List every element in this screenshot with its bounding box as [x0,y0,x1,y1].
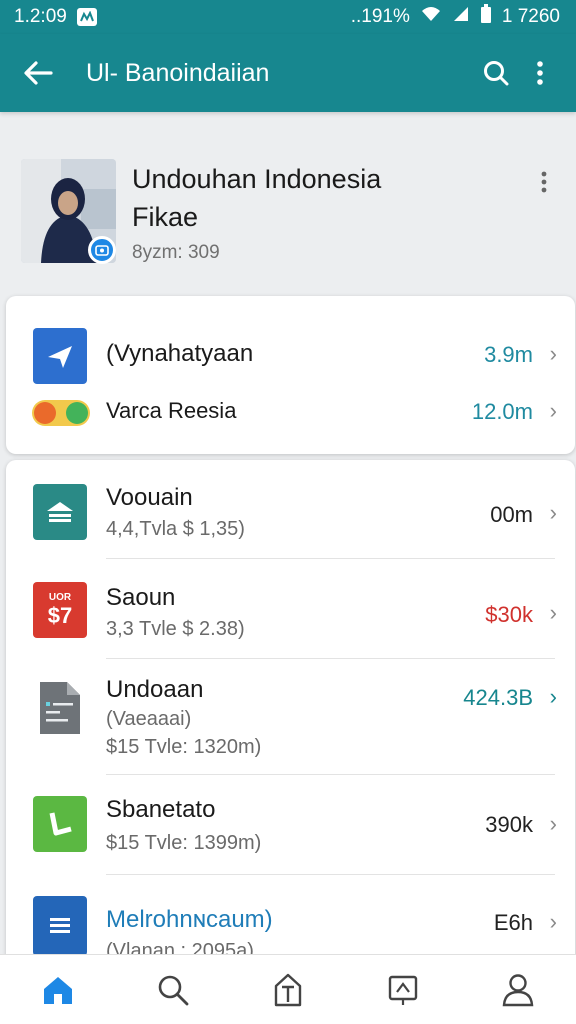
profile-header: Undouhan Indonesia Fikae 8yzm: 309 [0,140,576,270]
wifi-icon [420,5,442,29]
summary-value: 12.0m [471,399,533,424]
file-value: 390k [485,812,533,837]
file-list-card: Voouain 4,4,Tvla $ 1,35) 00m › UOR $7 Sa… [6,460,575,970]
icon-text: $7 [47,603,73,628]
profile-name: Undouhan Indonesia [132,164,382,194]
divider [106,558,555,559]
file-details: $15 Tvle: 1399m) [106,832,262,854]
file-title: Voouain [106,484,193,511]
pdf-file-icon: UOR $7 [33,582,87,638]
activity-nav-icon[interactable] [373,962,433,1018]
slides-file-icon [33,484,87,540]
search-nav-icon[interactable] [143,962,203,1018]
page-title: Ul- Banoindaiian [86,58,270,87]
battery-icon [480,4,492,30]
file-value: E6h [493,910,533,935]
profile-more-icon[interactable] [528,166,560,198]
home-nav-icon[interactable] [28,962,88,1018]
chevron-right-icon: › [549,684,557,709]
chevron-right-icon: › [549,600,557,625]
chevron-right-icon: › [549,341,557,366]
list-item[interactable]: Undoaan (Vaeaaai) $15 Tvle: 1320m) 424.3… [6,674,575,774]
profile-subtitle: Fikae [132,202,199,232]
file-value: 424.3B [463,685,533,710]
notification-icon [76,8,97,26]
chevron-right-icon: › [549,811,557,836]
chevron-right-icon: › [549,500,557,525]
list-item[interactable]: Voouain 4,4,Tvla $ 1,35) 00m › [6,476,575,558]
camera-icon[interactable] [88,236,116,264]
file-title: Sbanetato [106,796,216,823]
icon-text: UOR [48,592,72,603]
summary-value: 3.9m [484,342,533,367]
file-title: Saoun [106,584,176,611]
divider [106,874,555,875]
file-title: Undoaan [106,676,204,703]
summary-card: (Vynahatyaan 3.9m › Varca Reesia 12.0m › [6,296,575,454]
file-value: 00m [490,502,533,527]
back-arrow-icon[interactable] [16,51,60,95]
chevron-right-icon: › [549,398,557,423]
divider [106,774,555,775]
profile-meta: 8yzm: 309 [132,242,220,263]
upload-nav-icon[interactable] [258,962,318,1018]
search-icon[interactable] [474,51,518,95]
text-doc-icon [33,896,87,956]
app-bar: Ul- Banoindaiian [0,34,576,112]
list-item[interactable]: Sbanetato $15 Tvle: 1399m) 390k › [6,792,575,874]
cell-signal-icon [452,5,470,29]
document-file-icon [33,680,87,736]
file-value: $30k [485,602,533,627]
summary-label: (Vynahatyaan [106,340,254,367]
more-options-icon[interactable] [518,51,562,95]
battery-time: 1 7260 [501,6,560,27]
bottom-navigation [0,954,576,1024]
status-time: 1.2:09 [14,6,67,27]
chevron-right-icon: › [549,909,557,934]
star-plane-icon [33,328,87,384]
file-details: (Vaeaaai) [106,708,192,730]
file-details: 4,4,Tvla $ 1,35) [106,518,245,540]
toggle-dots-icon [32,400,90,426]
summary-row-2[interactable]: Varca Reesia 12.0m › [6,392,575,440]
profile-nav-icon[interactable] [488,962,548,1018]
signal-text: ..191% [350,6,410,27]
file-title: Melrohnɴcaum) [106,906,273,933]
list-item[interactable]: UOR $7 Saoun 3,3 Tvle $ 2.38) $30k › [6,576,575,658]
sheet-file-icon [33,796,87,852]
summary-row-1[interactable]: (Vynahatyaan 3.9m › [6,326,575,386]
summary-label: Varca Reesia [106,398,237,423]
divider [106,658,555,659]
file-details: 3,3 Tvle $ 2.38) [106,618,245,640]
file-details: $15 Tvle: 1320m) [106,736,262,758]
status-bar: 1.2:09 ..191% 1 7260 [0,0,576,34]
